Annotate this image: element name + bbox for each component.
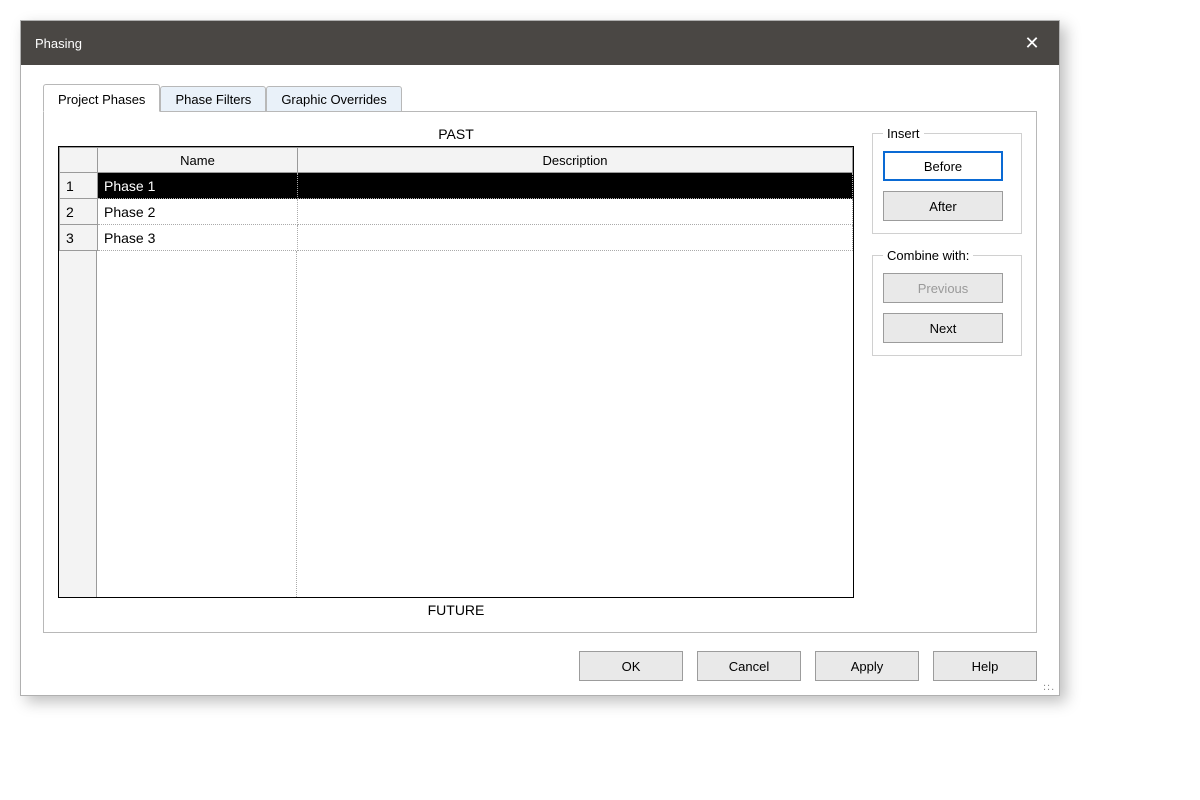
table-row[interactable]: 3Phase 3 — [60, 225, 853, 251]
table-row[interactable]: 1Phase 1 — [60, 173, 853, 199]
button-label: Help — [972, 659, 999, 674]
col-label: Description — [542, 153, 607, 168]
future-label: FUTURE — [58, 602, 854, 618]
row-number-cell[interactable]: 3 — [60, 225, 98, 251]
table-area: PAST Name Description — [58, 126, 854, 618]
tab-label: Phase Filters — [175, 92, 251, 107]
before-button[interactable]: Before — [883, 151, 1003, 181]
name-header[interactable]: Name — [98, 148, 298, 173]
combine-group: Combine with: Previous Next — [872, 248, 1022, 356]
previous-button: Previous — [883, 273, 1003, 303]
resize-grip-icon[interactable]: ..... — [1043, 681, 1055, 693]
dialog-footer: OK Cancel Apply Help ..... — [21, 633, 1059, 695]
button-label: OK — [622, 659, 641, 674]
cancel-button[interactable]: Cancel — [697, 651, 801, 681]
tab-panel: PAST Name Description — [43, 111, 1037, 633]
button-label: Before — [924, 159, 962, 174]
tab-phase-filters[interactable]: Phase Filters — [160, 86, 266, 112]
insert-group: Insert Before After — [872, 126, 1022, 234]
phases-grid[interactable]: Name Description 1Phase 12Phase 23Phase … — [58, 146, 854, 598]
tab-graphic-overrides[interactable]: Graphic Overrides — [266, 86, 401, 112]
past-label: PAST — [58, 126, 854, 142]
button-label: Next — [930, 321, 957, 336]
description-header[interactable]: Description — [298, 148, 853, 173]
name-cell[interactable]: Phase 2 — [98, 199, 298, 225]
ok-button[interactable]: OK — [579, 651, 683, 681]
side-panel: Insert Before After Combine with: Previo… — [872, 126, 1022, 618]
button-label: After — [929, 199, 956, 214]
row-number-cell[interactable]: 2 — [60, 199, 98, 225]
description-cell[interactable] — [298, 173, 853, 199]
button-label: Previous — [918, 281, 969, 296]
col-label: Name — [180, 153, 215, 168]
name-cell[interactable]: Phase 3 — [98, 225, 298, 251]
tabs: Project Phases Phase Filters Graphic Ove… — [43, 83, 1059, 111]
description-cell[interactable] — [298, 199, 853, 225]
tab-project-phases[interactable]: Project Phases — [43, 84, 160, 112]
after-button[interactable]: After — [883, 191, 1003, 221]
combine-legend: Combine with: — [883, 248, 973, 263]
dialog-titlebar[interactable]: Phasing ✕ — [21, 21, 1059, 65]
button-label: Apply — [851, 659, 884, 674]
insert-legend: Insert — [883, 126, 924, 141]
tab-label: Graphic Overrides — [281, 92, 386, 107]
dialog-title: Phasing — [35, 36, 82, 51]
next-button[interactable]: Next — [883, 313, 1003, 343]
tab-label: Project Phases — [58, 92, 145, 107]
button-label: Cancel — [729, 659, 769, 674]
apply-button[interactable]: Apply — [815, 651, 919, 681]
description-cell[interactable] — [298, 225, 853, 251]
row-number-cell[interactable]: 1 — [60, 173, 98, 199]
table-row[interactable]: 2Phase 2 — [60, 199, 853, 225]
close-icon[interactable]: ✕ — [1019, 30, 1045, 56]
rownum-header[interactable] — [60, 148, 98, 173]
phasing-dialog: Phasing ✕ Project Phases Phase Filters G… — [20, 20, 1060, 696]
name-cell[interactable]: Phase 1 — [98, 173, 298, 199]
help-button[interactable]: Help — [933, 651, 1037, 681]
